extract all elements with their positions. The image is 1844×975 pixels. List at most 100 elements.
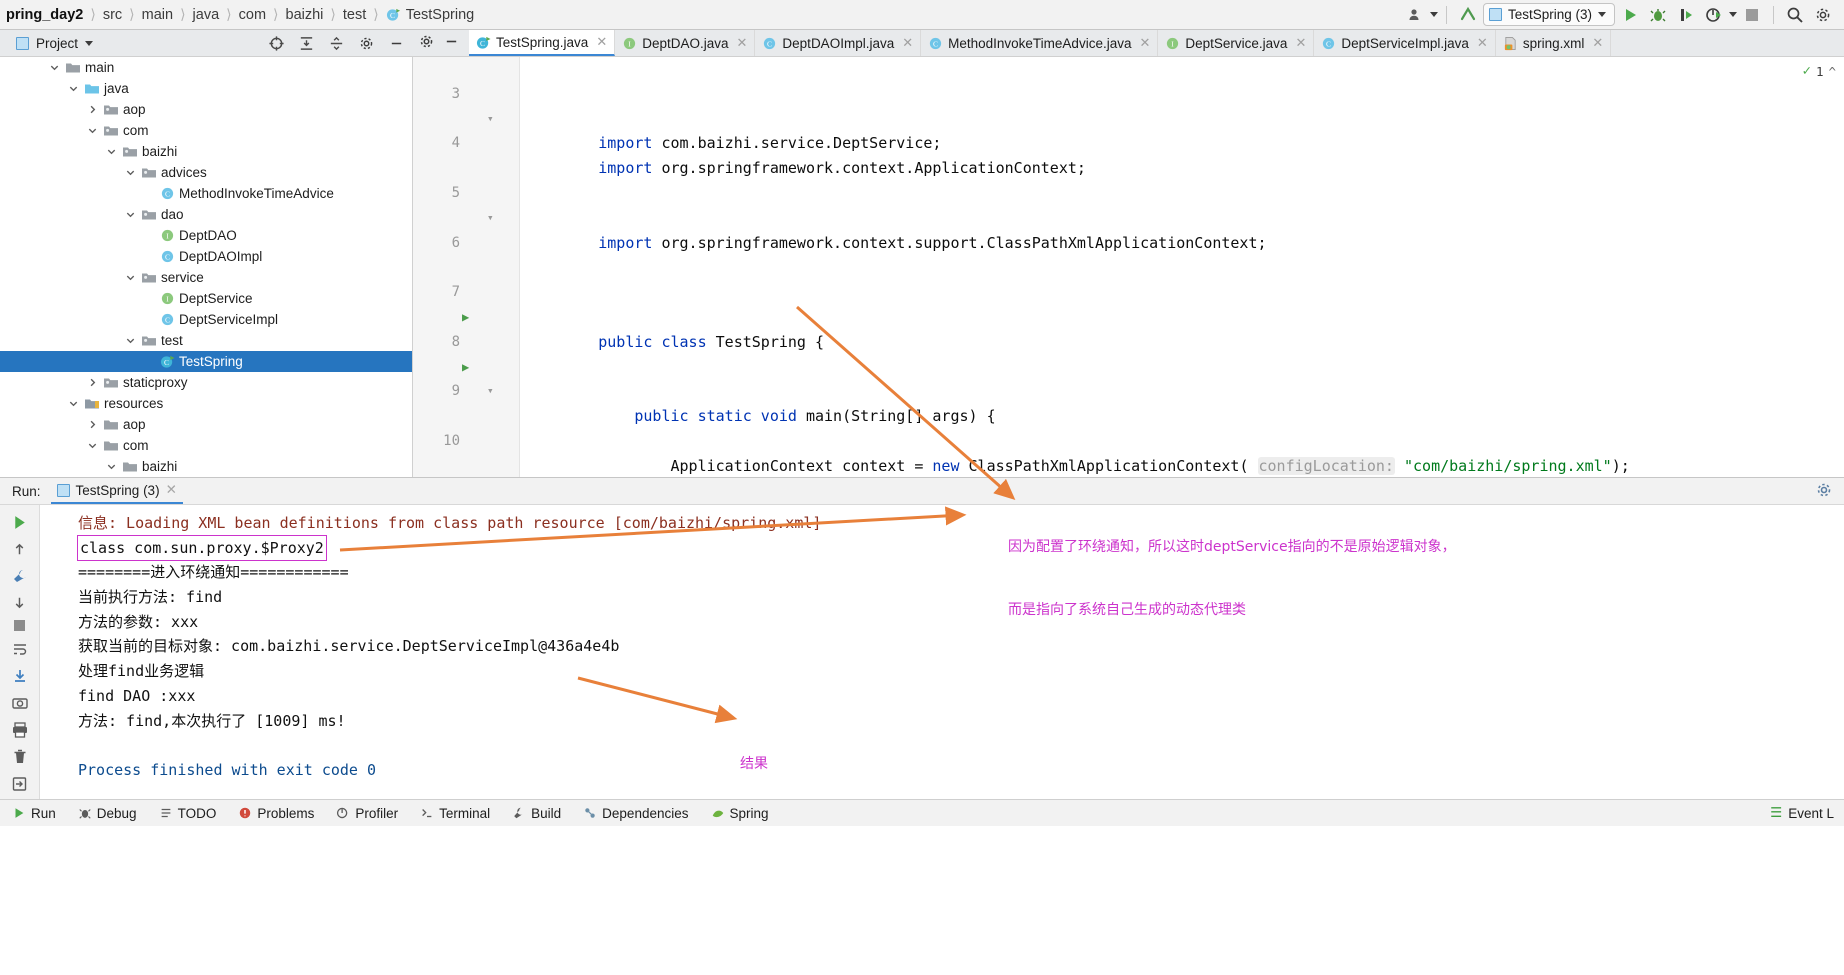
project-tree[interactable]: main java aop com baizhi advices C MethodInvoke…	[0, 57, 413, 477]
close-icon[interactable]: ✕	[1295, 35, 1306, 51]
status-bar-item-dependencies[interactable]: Dependencies	[583, 806, 689, 821]
breadcrumb-item-java[interactable]: java	[189, 7, 224, 23]
status-bar-item-run[interactable]: Run	[12, 806, 56, 821]
breadcrumb-item-project[interactable]: pring_day2	[2, 7, 87, 23]
tree-node-test[interactable]: test	[0, 330, 412, 351]
user-dropdown-caret-icon[interactable]	[1429, 12, 1438, 17]
status-bar-item-debug[interactable]: Debug	[78, 806, 137, 821]
tree-node-main[interactable]: main	[0, 57, 412, 78]
tree-node-deptdaoimpl[interactable]: C DeptDAOImpl	[0, 246, 412, 267]
chevron-down-icon[interactable]	[86, 124, 99, 137]
chevron-down-icon[interactable]	[124, 334, 137, 347]
tree-node-deptservice[interactable]: I DeptService	[0, 288, 412, 309]
editor-tab-deptdaoimpl-java[interactable]: C DeptDAOImpl.java ✕	[755, 30, 922, 56]
rerun-icon[interactable]	[9, 513, 31, 532]
tree-node-baizhi[interactable]: baizhi	[0, 456, 412, 477]
scroll-to-end-icon[interactable]	[9, 667, 31, 685]
status-bar-item-profiler[interactable]: Profiler	[336, 806, 398, 821]
run-with-coverage-icon[interactable]	[1673, 2, 1699, 28]
editor-inspection-widget[interactable]: ✓ 1 ^	[1803, 63, 1837, 79]
status-bar-item-build[interactable]: Build	[512, 806, 561, 821]
back-arrow-icon[interactable]	[1455, 2, 1481, 28]
print-icon[interactable]	[9, 721, 31, 739]
status-bar-item-todo[interactable]: TODO	[159, 806, 216, 821]
hide-tool-window-icon[interactable]	[383, 30, 409, 56]
editor-tab-methodinvoketimeadvice-java[interactable]: C MethodInvokeTimeAdvice.java ✕	[921, 30, 1159, 56]
soft-wrap-icon[interactable]	[9, 640, 31, 658]
close-icon[interactable]: ✕	[1477, 35, 1488, 51]
status-bar-item-terminal[interactable]: Terminal	[420, 806, 490, 821]
wrench-icon[interactable]	[9, 567, 31, 585]
import-icon[interactable]	[9, 775, 31, 793]
editor-gutter[interactable]	[413, 57, 520, 477]
chevron-down-icon[interactable]	[86, 439, 99, 452]
chevron-down-icon[interactable]	[124, 271, 137, 284]
search-icon[interactable]	[1782, 2, 1808, 28]
status-bar-item-spring[interactable]: Spring	[711, 806, 769, 821]
breadcrumb-item-com[interactable]: com	[235, 7, 270, 23]
run-window-settings-gear-icon[interactable]	[1816, 482, 1844, 501]
delete-icon[interactable]	[9, 748, 31, 766]
scroll-down-icon[interactable]	[9, 594, 31, 611]
stop-process-icon[interactable]	[9, 620, 31, 631]
editor-tab-testspring-java[interactable]: C TestSpring.java ✕	[469, 30, 616, 56]
tree-node-com[interactable]: com	[0, 435, 412, 456]
chevron-down-icon[interactable]	[105, 145, 118, 158]
close-icon[interactable]: ✕	[166, 482, 177, 498]
breadcrumb-item-test[interactable]: test	[339, 7, 370, 23]
profiler-dropdown-caret-icon[interactable]	[1729, 12, 1737, 17]
run-configuration-selector[interactable]: TestSpring (3)	[1482, 3, 1615, 26]
project-view-dropdown-icon[interactable]	[85, 40, 94, 46]
editor-code-area[interactable]: 3 ▾ import com.baizhi.service.DeptServic…	[443, 57, 1844, 477]
close-icon[interactable]: ✕	[737, 35, 748, 51]
editor-tab-deptdao-java[interactable]: I DeptDAO.java ✕	[615, 30, 756, 56]
debug-icon[interactable]	[1645, 2, 1671, 28]
editor-tab-spring-xml[interactable]: spring.xml ✕	[1495, 30, 1612, 56]
expand-all-icon[interactable]	[293, 30, 319, 56]
breadcrumb-item-class[interactable]: C TestSpring	[382, 7, 479, 23]
breadcrumb-item-src[interactable]: src	[99, 7, 126, 23]
tree-node-service[interactable]: service	[0, 267, 412, 288]
scroll-up-icon[interactable]	[9, 541, 31, 558]
inspection-collapse-icon[interactable]: ^	[1828, 64, 1836, 79]
tree-node-aop[interactable]: aop	[0, 414, 412, 435]
chevron-down-icon[interactable]	[1598, 12, 1606, 17]
tree-node-methodinvoketimeadvice[interactable]: C MethodInvokeTimeAdvice	[0, 183, 412, 204]
gutter-run-icon[interactable]: ▶	[462, 305, 469, 330]
scroll-from-source-icon[interactable]	[263, 30, 289, 56]
close-icon[interactable]: ✕	[902, 35, 913, 51]
chevron-down-icon[interactable]	[105, 460, 118, 473]
settings-gear-icon[interactable]	[1810, 2, 1836, 28]
chevron-down-icon[interactable]	[124, 166, 137, 179]
tree-node-resources[interactable]: resources	[0, 393, 412, 414]
gutter-run-icon[interactable]: ▶	[462, 355, 469, 380]
chevron-right-icon[interactable]	[86, 376, 99, 389]
tree-node-testspring[interactable]: C TestSpring	[0, 351, 412, 372]
code-editor[interactable]: 3 ▾ import com.baizhi.service.DeptServic…	[413, 57, 1844, 477]
chevron-down-icon[interactable]	[48, 61, 61, 74]
tree-node-deptdao[interactable]: I DeptDAO	[0, 225, 412, 246]
screenshot-icon[interactable]	[9, 694, 31, 712]
close-icon[interactable]: ✕	[1592, 35, 1603, 51]
editor-settings-gear-icon[interactable]	[419, 34, 434, 52]
tree-node-aop[interactable]: aop	[0, 99, 412, 120]
status-bar-item-problems[interactable]: Problems	[238, 806, 314, 821]
collapse-all-icon[interactable]	[323, 30, 349, 56]
editor-tab-deptservice-java[interactable]: I DeptService.java ✕	[1158, 30, 1315, 56]
user-icon[interactable]	[1402, 2, 1428, 28]
event-log-widget[interactable]: ☰ Event L	[1770, 805, 1844, 821]
chevron-right-icon[interactable]	[86, 418, 99, 431]
stop-icon[interactable]	[1739, 2, 1765, 28]
run-icon[interactable]	[1617, 2, 1643, 28]
tree-node-deptserviceimpl[interactable]: C DeptServiceImpl	[0, 309, 412, 330]
tree-node-java[interactable]: java	[0, 78, 412, 99]
breadcrumb-item-main[interactable]: main	[138, 7, 177, 23]
chevron-down-icon[interactable]	[67, 397, 80, 410]
profiler-icon[interactable]	[1701, 2, 1727, 28]
console-output[interactable]: 信息: Loading XML bean definitions from cl…	[40, 505, 1844, 799]
editor-minimize-icon[interactable]	[444, 34, 459, 52]
tree-node-dao[interactable]: dao	[0, 204, 412, 225]
tree-node-com[interactable]: com	[0, 120, 412, 141]
chevron-down-icon[interactable]	[67, 82, 80, 95]
run-tab-testspring[interactable]: TestSpring (3) ✕	[50, 478, 183, 504]
